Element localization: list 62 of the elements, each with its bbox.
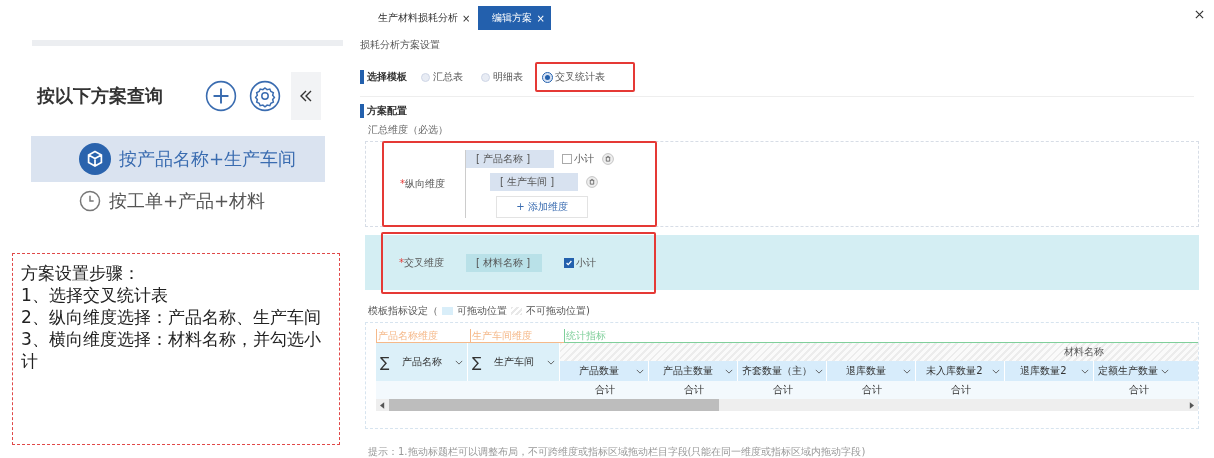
radio-option[interactable]: 汇总表 — [421, 70, 463, 84]
section-title: 选择模板 — [360, 70, 407, 84]
section-title: 方案配置 — [360, 104, 407, 118]
scroll-right-icon[interactable] — [1189, 401, 1194, 409]
column-header[interactable]: 定额生产数量 — [1094, 361, 1173, 381]
sum-icon: ∑ — [380, 354, 390, 370]
legend-label: 模板指标设定（ — [368, 304, 438, 318]
add-icon[interactable] — [205, 80, 237, 112]
legend-swatch — [442, 307, 453, 315]
radio-option[interactable]: 明细表 — [481, 70, 523, 84]
chevron-icon — [992, 368, 1000, 374]
total-cell: 合计 — [861, 384, 882, 395]
close-tab-icon[interactable]: × — [536, 12, 545, 24]
tab[interactable]: 生产材料损耗分析 × — [370, 6, 479, 30]
span-header: 材料名称 — [1064, 345, 1104, 359]
dimension-chip[interactable]: [ 生产车间 ] — [490, 173, 578, 191]
chevron-icon — [455, 359, 463, 365]
total-cell: 合计 — [1128, 384, 1149, 395]
note-line: 3、横向维度选择：材料名称，并勾选小计 — [21, 328, 322, 372]
note-line: 方案设置步骤： — [21, 262, 141, 284]
note-line: 1、选择交叉统计表 — [21, 284, 169, 306]
scroll-left-icon[interactable] — [380, 401, 385, 409]
dimension-chip[interactable]: [ 材料名称 ] — [466, 253, 542, 272]
close-tab-icon[interactable]: × — [462, 12, 471, 24]
total-cell: 合计 — [683, 384, 704, 395]
hint-text: 提示：1.拖动标题栏可以调整布局，不可跨维度或指标区域拖动栏目字段(只能在同一维度或指标区域内拖动字段) — [368, 445, 867, 458]
page-title: 损耗分析方案设置 — [360, 38, 441, 52]
chevron-icon — [1081, 368, 1089, 374]
chevron-icon — [903, 368, 911, 374]
sum-icon: ∑ — [472, 354, 482, 370]
total-cell: 合计 — [772, 384, 793, 395]
chevron-icon — [1161, 368, 1169, 374]
dimension-chip[interactable]: [ 产品名称 ] — [466, 150, 554, 168]
chevron-icon — [636, 368, 644, 374]
scheme-item[interactable]: 按产品名称+生产车间 — [31, 136, 325, 182]
tab[interactable]: 编辑方案 × — [478, 6, 551, 30]
field-label: *纵向维度 — [399, 177, 445, 191]
clock-icon — [79, 190, 101, 212]
total-cell: 合计 — [594, 384, 615, 395]
legend-label: 不可拖动位置) — [526, 304, 590, 318]
chevron-icon — [725, 368, 733, 374]
cube-icon — [79, 143, 111, 175]
add-dimension-button[interactable]: + 添加维度 — [496, 196, 588, 218]
summary-label: 汇总维度（必选） — [368, 123, 449, 137]
note-line: 2、纵向维度选择：产品名称、生产车间 — [21, 306, 322, 328]
scheme-item[interactable]: 按工单+产品+材料 — [31, 188, 325, 214]
settings-icon[interactable] — [249, 80, 281, 112]
collapse-button[interactable] — [291, 72, 321, 120]
delete-icon[interactable] — [602, 153, 614, 165]
field-label: *交叉维度 — [398, 255, 444, 270]
legend-label: 可拖动位置 — [457, 304, 507, 318]
panel-title: 按以下方案查询 — [37, 84, 164, 108]
subtotal-checkbox[interactable]: 小计 — [562, 152, 594, 166]
total-cell: 合计 — [950, 384, 971, 395]
subtotal-checkbox[interactable]: 小计 — [564, 255, 596, 270]
check-icon — [565, 258, 573, 267]
chevron-icon — [815, 368, 823, 374]
close-icon[interactable] — [1195, 10, 1204, 19]
horizontal-scrollbar[interactable] — [376, 399, 1198, 411]
delete-icon[interactable] — [586, 176, 598, 188]
double-chevron-icon — [298, 88, 314, 104]
chevron-icon — [547, 359, 555, 365]
